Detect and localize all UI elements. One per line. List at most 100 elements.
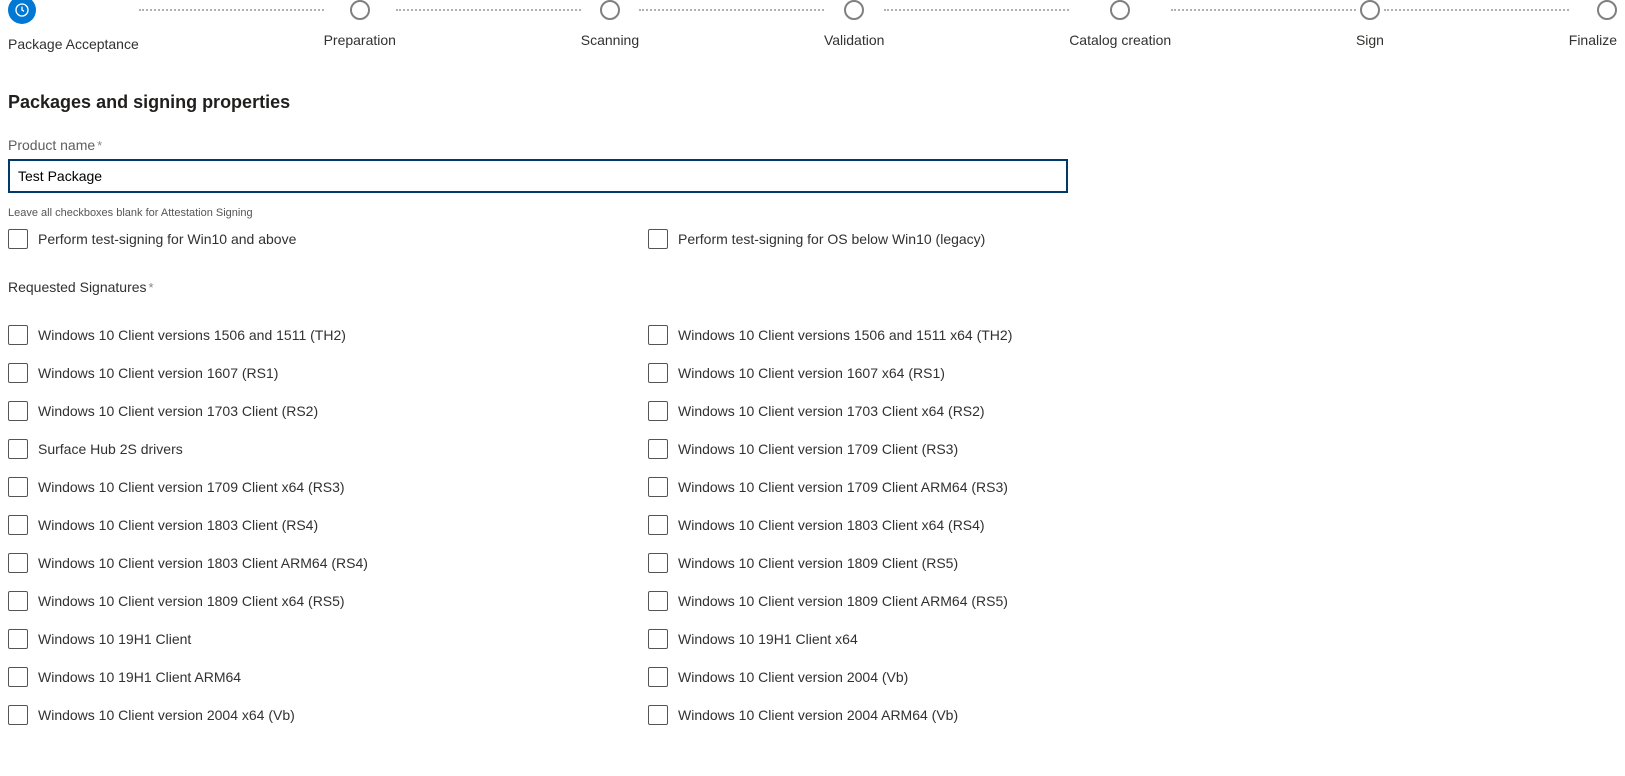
checkbox-label: Windows 10 Client version 1607 (RS1) — [38, 365, 278, 381]
checkbox-icon[interactable] — [648, 553, 668, 573]
checkbox-label: Perform test-signing for Win10 and above — [38, 231, 296, 247]
checkbox-label: Surface Hub 2S drivers — [38, 441, 183, 457]
step-label: Sign — [1356, 32, 1384, 48]
checkbox-signature[interactable]: Windows 10 19H1 Client — [8, 629, 648, 649]
checkbox-signature[interactable]: Windows 10 Client version 2004 x64 (Vb) — [8, 705, 648, 725]
step-circle-icon — [1360, 0, 1380, 20]
step-circle-icon — [1110, 0, 1130, 20]
checkbox-label: Windows 10 Client version 1809 Client x6… — [38, 593, 345, 609]
checkbox-test-sign-legacy[interactable]: Perform test-signing for OS below Win10 … — [648, 229, 1288, 249]
checkbox-signature[interactable]: Windows 10 Client versions 1506 and 1511… — [8, 325, 648, 345]
step-label: Finalize — [1569, 32, 1617, 48]
step-sign[interactable]: Sign — [1356, 0, 1384, 48]
step-finalize[interactable]: Finalize — [1569, 0, 1617, 48]
step-package-acceptance[interactable]: Package Acceptance — [8, 0, 139, 52]
checkbox-icon[interactable] — [8, 363, 28, 383]
step-connector — [884, 9, 1069, 11]
checkbox-signature[interactable]: Windows 10 Client version 1607 (RS1) — [8, 363, 648, 383]
step-connector — [396, 9, 581, 11]
checkbox-icon[interactable] — [8, 515, 28, 535]
checkbox-signature[interactable]: Windows 10 Client version 1809 Client (R… — [648, 553, 1288, 573]
step-connector — [1384, 9, 1569, 11]
checkbox-signature[interactable]: Windows 10 Client version 1703 Client (R… — [8, 401, 648, 421]
checkbox-label: Windows 10 Client version 1803 Client AR… — [38, 555, 368, 571]
checkbox-signature[interactable]: Windows 10 Client version 1809 Client AR… — [648, 591, 1288, 611]
checkbox-icon[interactable] — [648, 363, 668, 383]
checkbox-label: Windows 10 Client version 2004 ARM64 (Vb… — [678, 707, 958, 723]
checkbox-icon[interactable] — [8, 553, 28, 573]
checkbox-icon[interactable] — [648, 401, 668, 421]
product-name-label: Product name — [8, 137, 1617, 153]
requested-signatures-label: Requested Signatures — [8, 279, 1617, 295]
checkbox-label: Windows 10 Client versions 1506 and 1511… — [678, 327, 1012, 343]
step-catalog-creation[interactable]: Catalog creation — [1069, 0, 1171, 48]
checkbox-label: Windows 10 Client version 1803 Client (R… — [38, 517, 318, 533]
step-label: Scanning — [581, 32, 639, 48]
checkbox-signature[interactable]: Windows 10 Client version 2004 ARM64 (Vb… — [648, 705, 1288, 725]
checkbox-label: Windows 10 Client version 2004 (Vb) — [678, 669, 908, 685]
checkbox-label: Windows 10 Client version 1709 Client (R… — [678, 441, 958, 457]
checkbox-icon[interactable] — [8, 629, 28, 649]
step-circle-icon — [600, 0, 620, 20]
checkbox-signature[interactable]: Windows 10 Client version 1803 Client x6… — [648, 515, 1288, 535]
step-preparation[interactable]: Preparation — [324, 0, 396, 48]
checkbox-label: Windows 10 Client version 1607 x64 (RS1) — [678, 365, 945, 381]
checkbox-icon[interactable] — [648, 629, 668, 649]
checkbox-icon[interactable] — [648, 591, 668, 611]
checkbox-signature[interactable]: Windows 10 Client version 1703 Client x6… — [648, 401, 1288, 421]
checkbox-label: Windows 10 Client version 1709 Client x6… — [38, 479, 345, 495]
product-name-input[interactable] — [8, 159, 1068, 193]
checkbox-icon[interactable] — [648, 325, 668, 345]
checkbox-icon[interactable] — [8, 705, 28, 725]
section-title: Packages and signing properties — [8, 92, 1617, 113]
checkbox-icon[interactable] — [8, 401, 28, 421]
checkbox-label: Windows 10 19H1 Client ARM64 — [38, 669, 241, 685]
checkbox-signature[interactable]: Windows 10 Client version 1803 Client (R… — [8, 515, 648, 535]
checkbox-icon[interactable] — [648, 705, 668, 725]
checkbox-label: Windows 10 19H1 Client x64 — [678, 631, 858, 647]
step-circle-icon — [1597, 0, 1617, 20]
step-circle-icon — [350, 0, 370, 20]
checkbox-label: Windows 10 Client version 1703 Client (R… — [38, 403, 318, 419]
step-connector — [1171, 9, 1356, 11]
checkbox-icon[interactable] — [648, 667, 668, 687]
step-connector — [639, 9, 824, 11]
checkbox-signature[interactable]: Windows 10 19H1 Client ARM64 — [8, 667, 648, 687]
checkbox-label: Windows 10 Client version 1803 Client x6… — [678, 517, 985, 533]
checkbox-icon[interactable] — [648, 515, 668, 535]
checkbox-icon[interactable] — [8, 591, 28, 611]
checkbox-icon[interactable] — [648, 477, 668, 497]
checkbox-test-sign-win10[interactable]: Perform test-signing for Win10 and above — [8, 229, 648, 249]
checkbox-label: Perform test-signing for OS below Win10 … — [678, 231, 985, 247]
checkbox-label: Windows 10 Client version 1703 Client x6… — [678, 403, 985, 419]
checkbox-icon[interactable] — [648, 229, 668, 249]
step-label: Catalog creation — [1069, 32, 1171, 48]
checkbox-icon[interactable] — [8, 667, 28, 687]
checkbox-label: Windows 10 Client versions 1506 and 1511… — [38, 327, 346, 343]
clock-icon — [8, 0, 36, 24]
step-validation[interactable]: Validation — [824, 0, 884, 48]
step-label: Package Acceptance — [8, 36, 139, 52]
checkbox-icon[interactable] — [8, 439, 28, 459]
checkbox-icon[interactable] — [8, 325, 28, 345]
step-connector — [139, 9, 324, 11]
checkbox-signature[interactable]: Surface Hub 2S drivers — [8, 439, 648, 459]
checkbox-signature[interactable]: Windows 10 Client version 1803 Client AR… — [8, 553, 648, 573]
checkbox-signature[interactable]: Windows 10 Client version 1607 x64 (RS1) — [648, 363, 1288, 383]
checkbox-label: Windows 10 Client version 1809 Client AR… — [678, 593, 1008, 609]
checkbox-signature[interactable]: Windows 10 Client versions 1506 and 1511… — [648, 325, 1288, 345]
checkbox-signature[interactable]: Windows 10 19H1 Client x64 — [648, 629, 1288, 649]
checkbox-signature[interactable]: Windows 10 Client version 1709 Client (R… — [648, 439, 1288, 459]
checkbox-signature[interactable]: Windows 10 Client version 2004 (Vb) — [648, 667, 1288, 687]
step-circle-icon — [844, 0, 864, 20]
checkbox-icon[interactable] — [648, 439, 668, 459]
step-label: Validation — [824, 32, 884, 48]
checkbox-icon[interactable] — [8, 229, 28, 249]
checkbox-signature[interactable]: Windows 10 Client version 1809 Client x6… — [8, 591, 648, 611]
step-scanning[interactable]: Scanning — [581, 0, 639, 48]
checkbox-icon[interactable] — [8, 477, 28, 497]
checkbox-signature[interactable]: Windows 10 Client version 1709 Client AR… — [648, 477, 1288, 497]
checkbox-label: Windows 10 Client version 1809 Client (R… — [678, 555, 958, 571]
checkbox-label: Windows 10 Client version 2004 x64 (Vb) — [38, 707, 295, 723]
checkbox-signature[interactable]: Windows 10 Client version 1709 Client x6… — [8, 477, 648, 497]
